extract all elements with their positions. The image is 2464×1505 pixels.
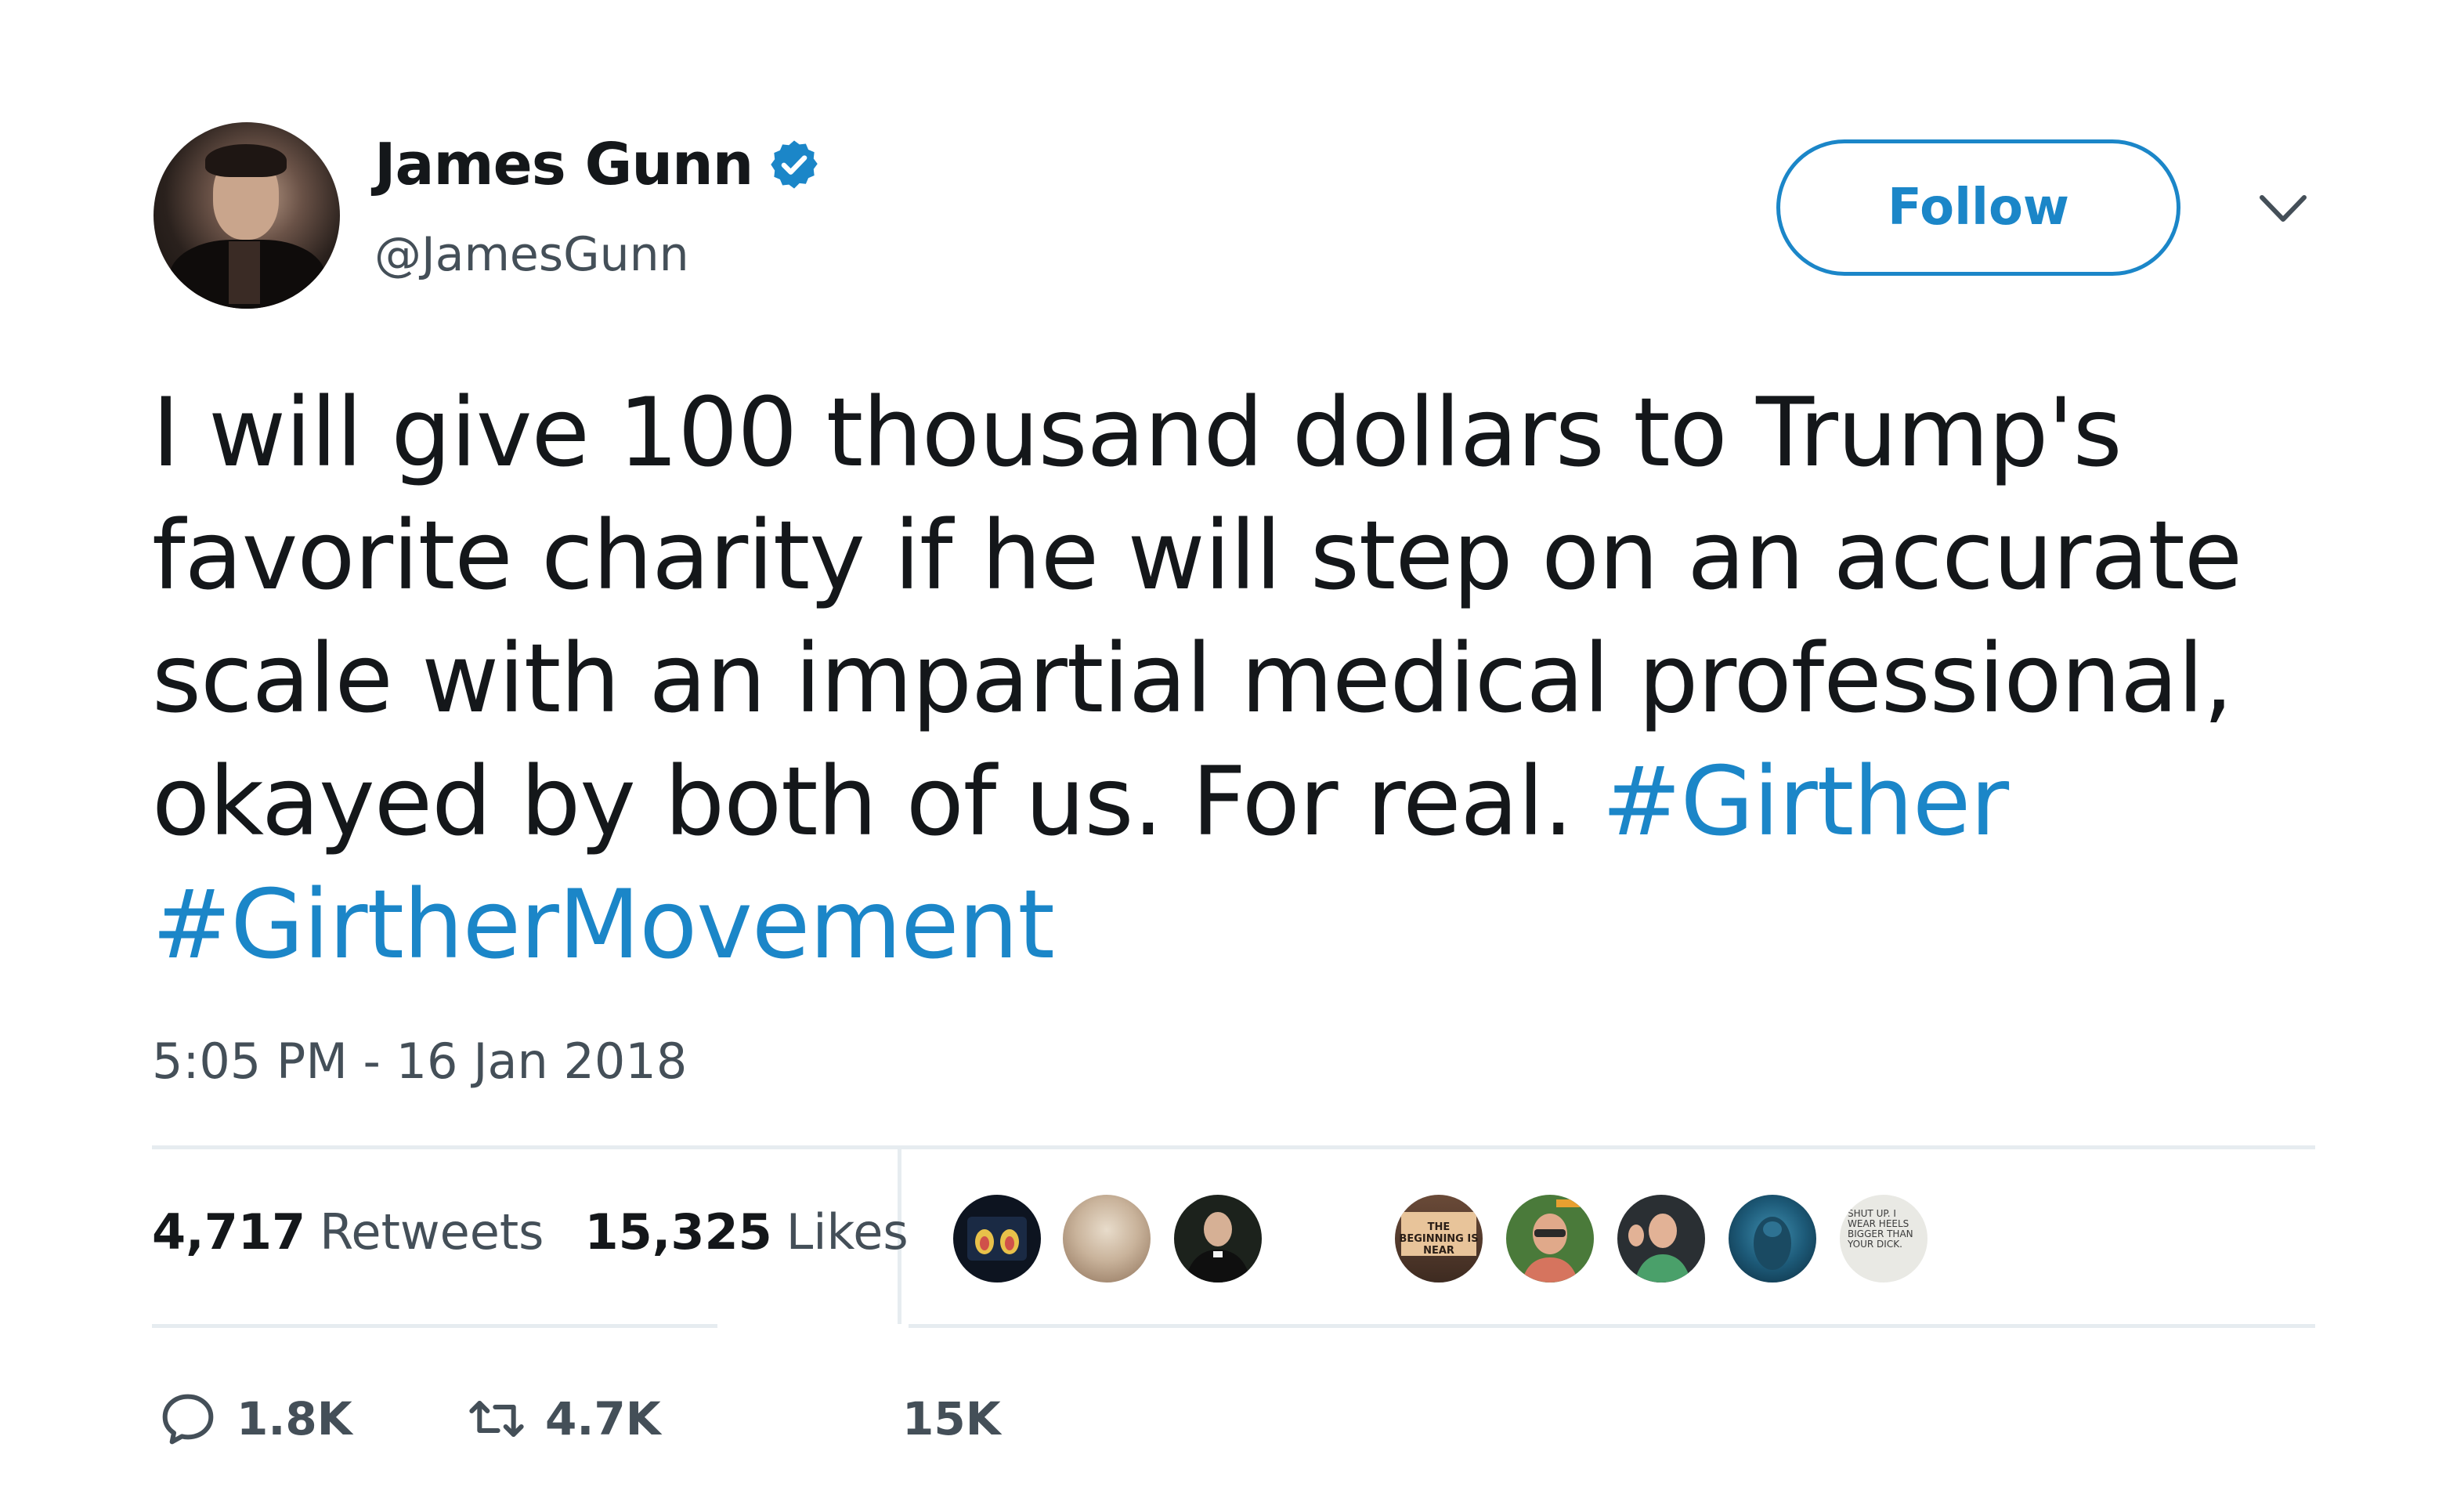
waving-man-icon	[1628, 1214, 1691, 1283]
verified-badge-icon	[771, 140, 818, 189]
retweet-count: 4.7K	[545, 1392, 661, 1445]
retweet-button[interactable]: 4.7K	[465, 1384, 661, 1454]
follow-button[interactable]: Follow	[1776, 139, 2180, 276]
hashtag-link[interactable]: #Girther	[1602, 747, 2009, 857]
chevron-down-icon[interactable]	[2257, 191, 2309, 226]
author-avatar[interactable]	[154, 122, 340, 309]
engagement-stats: 4,717 Retweets 15,325 Likes	[152, 1203, 909, 1261]
retweets-stat[interactable]: 4,717 Retweets	[152, 1203, 544, 1261]
hashtag-link[interactable]: #GirtherMovement	[152, 870, 1055, 980]
like-count: 15K	[902, 1392, 1001, 1445]
creature-icon	[1754, 1217, 1791, 1270]
man-avatar[interactable]	[1504, 1192, 1596, 1285]
divider	[152, 1324, 717, 1328]
retweet-icon	[469, 1401, 524, 1437]
retweets-count: 4,717	[152, 1203, 306, 1261]
divider	[909, 1324, 2315, 1328]
reply-icon	[162, 1394, 214, 1445]
author-handle[interactable]: @JamesGunn	[374, 227, 689, 282]
priest-avatar[interactable]	[1172, 1192, 1264, 1285]
author-display-name[interactable]: James Gunn	[374, 131, 753, 198]
avatar-shirt	[229, 241, 260, 304]
author-name-row[interactable]: James Gunn	[374, 131, 822, 198]
text-avatar[interactable]: SHUT UP. I WEAR HEELS BIGGER THAN YOUR D…	[1837, 1192, 1930, 1285]
waving-man-avatar[interactable]	[1615, 1192, 1707, 1285]
sign-avatar[interactable]: THE BEGINNING IS NEAR	[1393, 1192, 1485, 1285]
retweets-label: Retweets	[320, 1203, 544, 1261]
tweet-card: James Gunn @JamesGunn Follow I will give…	[0, 0, 2464, 1505]
likes-stat[interactable]: 15,325 Likes	[584, 1203, 908, 1261]
photo-avatar[interactable]	[1060, 1192, 1153, 1285]
divider	[152, 1145, 2315, 1149]
man-icon	[1522, 1199, 1580, 1283]
sign-avatar-text: THE BEGINNING IS NEAR	[1399, 1221, 1479, 1257]
priest-icon	[1185, 1212, 1251, 1283]
likes-count: 15,325	[584, 1203, 772, 1261]
tweet-text: I will give 100 thousand dollars to Trum…	[152, 371, 2345, 986]
like-button[interactable]: 15K	[885, 1384, 1001, 1454]
text-avatar-text: SHUT UP. I WEAR HEELS BIGGER THAN YOUR D…	[1848, 1208, 1913, 1250]
creature-avatar[interactable]	[1726, 1192, 1819, 1285]
tweet-timestamp[interactable]: 5:05 PM - 16 Jan 2018	[152, 1033, 687, 1090]
hands-icon	[967, 1217, 1027, 1261]
hands-image-avatar[interactable]	[951, 1192, 1043, 1285]
likes-label: Likes	[786, 1203, 909, 1261]
avatar-hair	[205, 144, 287, 177]
reply-button[interactable]: 1.8K	[157, 1384, 352, 1454]
reply-count: 1.8K	[237, 1392, 352, 1445]
